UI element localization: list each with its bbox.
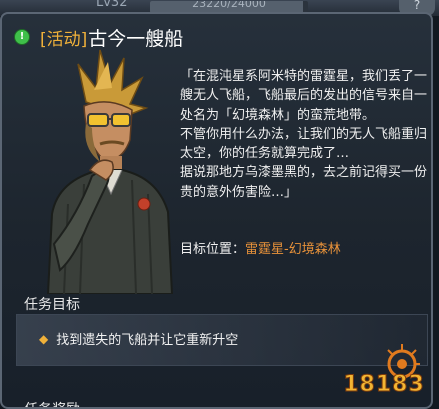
- quest-dialog: ! [活动] 古今一艘船 「在混沌星系阿米特的雷霆星，我们丢了一艘无人飞船，飞船…: [0, 12, 433, 409]
- player-level: Lv32: [96, 0, 128, 10]
- target-location-value[interactable]: 雷霆星-幻境森林: [245, 242, 341, 257]
- xp-text: 23220/24000: [192, 1, 266, 10]
- exclamation-icon: !: [14, 29, 30, 45]
- diamond-bullet-icon: ◆: [39, 331, 49, 346]
- target-location-label: 目标位置：: [180, 242, 246, 257]
- watermark-text: 18183: [343, 372, 425, 398]
- site-watermark-logo: 18183: [336, 338, 431, 400]
- objectives-heading: 任务目标: [24, 297, 80, 313]
- target-location: 目标位置：雷霆星-幻境森林: [180, 240, 341, 259]
- quest-story-text: 「在混沌星系阿米特的雷霆星，我们丢了一艘无人飞船，飞船最后的发出的信号来自一处名…: [180, 69, 428, 200]
- rewards-heading: 任务奖励: [24, 399, 80, 407]
- objective-item: ◆ 找到遗失的飞船并让它重新升空: [39, 329, 239, 349]
- objective-text: 找到遗失的飞船并让它重新升空: [56, 333, 239, 348]
- close-icon: ?: [413, 0, 421, 12]
- npc-portrait: [46, 49, 174, 294]
